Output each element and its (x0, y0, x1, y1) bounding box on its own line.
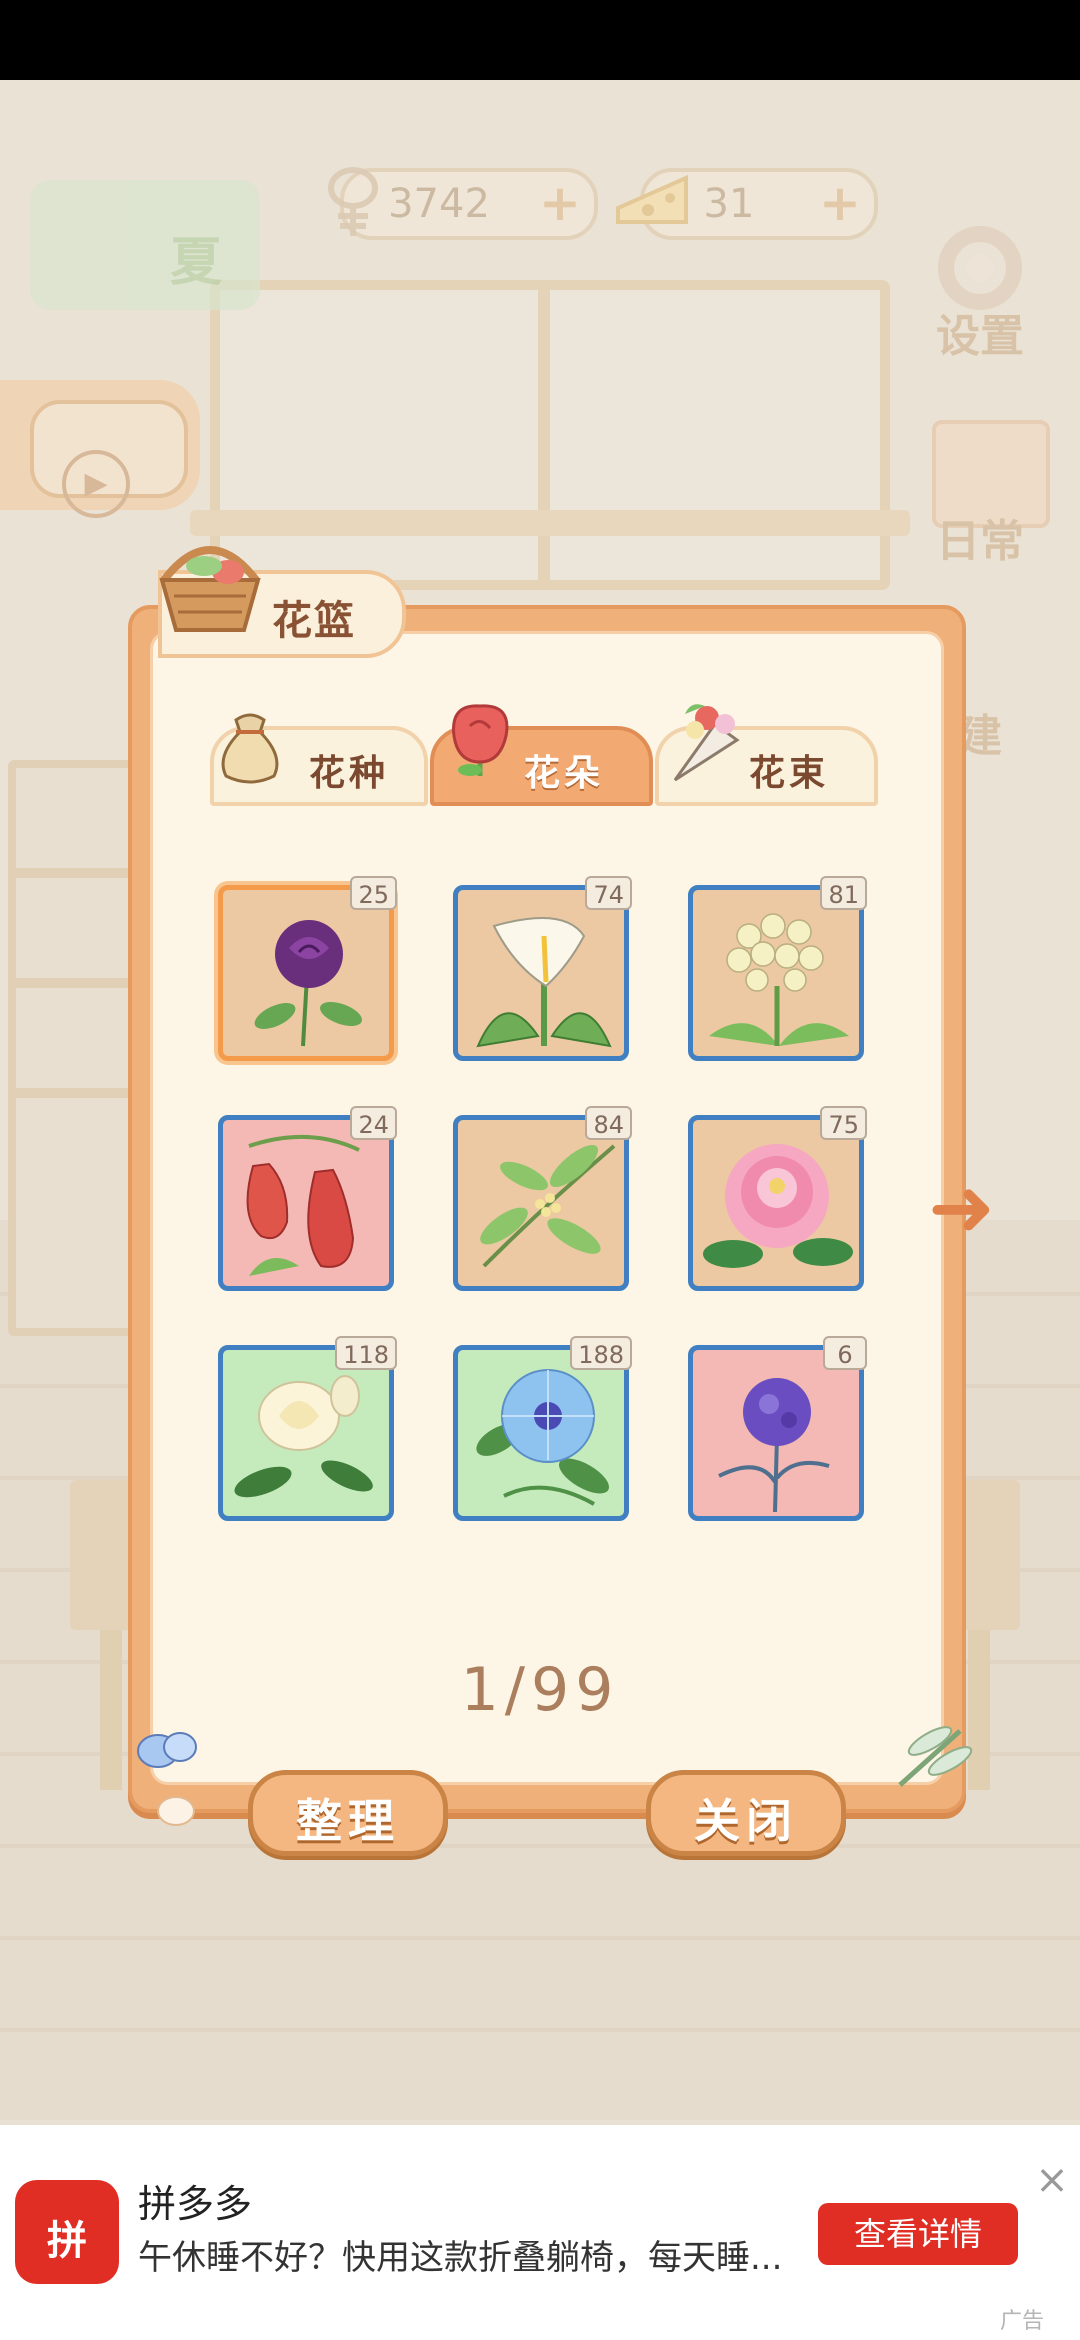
basket-icon (154, 530, 266, 640)
video-button[interactable]: ▶ (0, 380, 200, 518)
cheese-icon (612, 158, 692, 238)
dragonfly-icon (890, 1715, 980, 1795)
panel-title: 花篮 (272, 598, 356, 644)
season-badge[interactable]: 夏 (30, 180, 260, 310)
tab-seeds-label: 花种 (309, 753, 390, 794)
item-count: 81 (820, 876, 867, 910)
add-cheese-button[interactable]: + (816, 178, 864, 228)
globe-thistle-icon (718, 1378, 830, 1512)
item-count: 75 (820, 1106, 867, 1140)
flower-card-peony[interactable]: 75 (688, 1106, 867, 1291)
bouquet-icon (655, 694, 745, 788)
peony-icon (703, 1144, 853, 1268)
close-button[interactable]: 关闭 (646, 1770, 846, 1856)
play-icon: ▶ (62, 450, 130, 518)
item-count: 6 (823, 1336, 867, 1370)
morning-glory-icon (476, 1369, 609, 1506)
sort-button-label: 整理 (296, 1794, 400, 1848)
gardenia-icon (234, 1375, 373, 1498)
butterfly-icon (134, 1725, 214, 1835)
seed-bag-icon (212, 702, 288, 790)
ad-close-icon[interactable]: × (1035, 2160, 1069, 2200)
settings-label[interactable]: 设置 (920, 300, 1040, 364)
pinduoduo-logo-icon: 拼 (15, 2180, 119, 2284)
calla-lily-icon (476, 917, 612, 1048)
flower-card-morning-glory[interactable]: 188 (453, 1336, 632, 1521)
ad-app-name: 拼多多 (138, 2182, 253, 2226)
close-button-label: 关闭 (694, 1794, 798, 1848)
item-count: 188 (570, 1336, 632, 1370)
ad-logo-text: 拼 (47, 2218, 87, 2264)
flower-card-purple-rose[interactable]: 25 (218, 876, 397, 1061)
flower-card-white-flower-cluster[interactable]: 81 (688, 876, 867, 1061)
wall-shelf (210, 280, 890, 590)
item-count: 118 (335, 1336, 397, 1370)
ad-cta-button[interactable]: 查看详情 (818, 2203, 1018, 2265)
flower-card-gardenia[interactable]: 118 (218, 1336, 397, 1521)
item-count: 24 (350, 1106, 397, 1140)
purple-rose-icon (254, 920, 362, 1047)
flower-card-osmanthus[interactable]: 84 (453, 1106, 632, 1291)
white-flower-cluster-icon (709, 913, 849, 1046)
red-bell-flower-icon (246, 1134, 360, 1276)
flower-card-globe-thistle[interactable]: 6 (688, 1336, 867, 1521)
flower-grid: 25 74 81 24 84 75 118 188 6 (215, 876, 875, 1580)
flower-card-calla-lily[interactable]: 74 (453, 876, 632, 1061)
flower-card-red-bell-flower[interactable]: 24 (218, 1106, 397, 1291)
item-count: 74 (585, 876, 632, 910)
rose-icon (440, 696, 520, 790)
ad-tag: 广告 (1000, 2309, 1045, 2334)
add-fish-button[interactable]: + (536, 178, 584, 228)
status-bar (0, 0, 1080, 80)
osmanthus-icon (480, 1144, 616, 1268)
item-count: 84 (585, 1106, 632, 1140)
fish-bone-icon (318, 160, 388, 240)
ad-banner[interactable]: 拼 拼多多 午休睡不好？快用这款折叠躺椅，每天睡... 查看详情 × 广告 (0, 2125, 1080, 2340)
item-count: 25 (350, 876, 397, 910)
season-label: 夏 (170, 233, 223, 293)
ad-description: 午休睡不好？快用这款折叠躺椅，每天睡... (138, 2238, 783, 2278)
sort-button[interactable]: 整理 (248, 1770, 448, 1856)
tab-bouquets-label: 花束 (749, 753, 830, 794)
next-page-arrow-icon[interactable]: ➜ (928, 1168, 1008, 1248)
daily-label[interactable]: 日常 (920, 505, 1040, 569)
tab-flowers-label: 花朵 (524, 753, 605, 794)
